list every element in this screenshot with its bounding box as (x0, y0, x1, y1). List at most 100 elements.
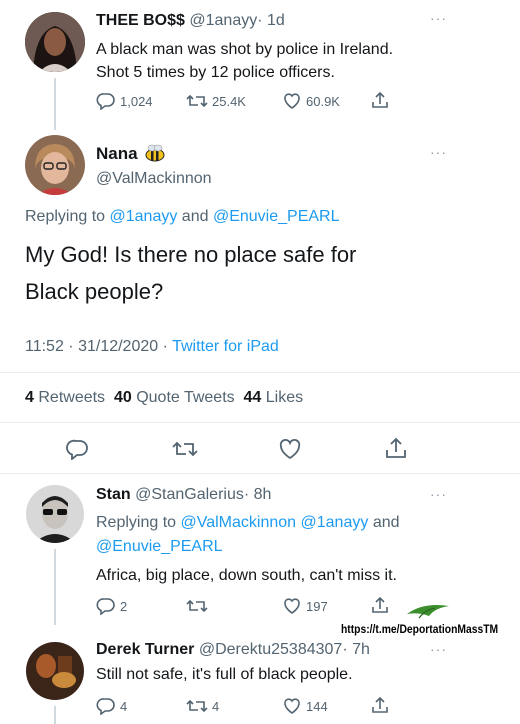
author-name[interactable]: Stan (96, 486, 131, 503)
tweet-text-line: Shot 5 times by 12 police officers. (96, 64, 335, 81)
share-button[interactable] (384, 436, 408, 460)
replying-and: and (372, 514, 400, 531)
reply-icon (66, 439, 88, 460)
more-icon[interactable]: ··· (430, 641, 447, 657)
reply-icon (96, 598, 115, 615)
like-button[interactable]: 60.9K (282, 92, 340, 110)
retweets-stat[interactable]: 4 Retweets (25, 389, 105, 406)
like-count: 144 (306, 698, 328, 714)
reply-icon (96, 698, 115, 715)
author-name[interactable]: Nana (96, 144, 138, 163)
tweet-text-line: My God! Is there no place safe for (25, 242, 357, 267)
tweet-time[interactable]: · 8h (244, 486, 272, 503)
divider (0, 473, 520, 474)
share-button[interactable] (370, 595, 390, 615)
heart-icon (284, 698, 300, 714)
author-name[interactable]: Derek Turner (96, 641, 194, 658)
tweet-text-line: A black man was shot by police in Irelan… (96, 41, 394, 58)
avatar-derek[interactable] (26, 642, 84, 700)
stat-number: 4 (25, 389, 34, 406)
reply-count: 4 (120, 698, 128, 714)
avatar-stan[interactable] (26, 485, 84, 543)
stat-number: 44 (243, 389, 262, 406)
divider (0, 422, 520, 423)
thread-line (54, 78, 56, 130)
author-handle[interactable]: @1anayy (189, 12, 257, 29)
retweet-icon (172, 441, 198, 457)
replying-user-link[interactable]: @1anayy (301, 514, 369, 531)
retweet-button[interactable]: 25.4K (186, 92, 246, 110)
share-icon (386, 437, 406, 458)
replying-prefix: Replying to (96, 514, 177, 531)
main-author-name-row: Nana (96, 144, 168, 167)
replying-prefix: Replying to (25, 208, 106, 225)
like-button[interactable]: 144 (282, 697, 328, 715)
heart-icon (279, 439, 301, 460)
like-count: 197 (306, 598, 328, 614)
replying-user-link[interactable]: @ValMackinnon (181, 514, 297, 531)
more-icon[interactable]: ··· (430, 144, 447, 160)
like-button[interactable]: 197 (282, 597, 328, 615)
reply-button[interactable]: 2 (96, 597, 127, 615)
share-icon (372, 596, 388, 613)
retweet-icon (186, 94, 208, 108)
tweet-stats: 4 Retweets 40 Quote Tweets 44 Likes (25, 389, 303, 407)
stat-number: 40 (113, 389, 132, 406)
retweet-icon (186, 599, 208, 613)
replying-user-link[interactable]: @1anayy (110, 208, 178, 225)
watermark-link: https://t.me/DeportationMassTM (341, 622, 499, 636)
heart-icon (284, 598, 300, 614)
tweet1-text: A black man was shot by police in Irelan… (96, 38, 496, 84)
reply-button[interactable]: 4 (96, 697, 127, 715)
retweet-count: 25.4K (212, 93, 246, 109)
author-handle[interactable]: @StanGalerius (135, 486, 244, 503)
replying-to: Replying to @ValMackinnon @1anayy and @E… (96, 511, 496, 559)
reply-count: 1,024 (120, 93, 153, 109)
like-count: 60.9K (306, 93, 340, 109)
like-button[interactable] (278, 438, 302, 460)
author-handle[interactable]: @Derektu25384307 (199, 641, 342, 658)
more-icon[interactable]: ··· (430, 486, 447, 502)
thread-line (54, 706, 56, 724)
heart-icon (284, 93, 300, 109)
tweet-source-link[interactable]: Twitter for iPad (172, 338, 279, 355)
tweet-text: Africa, big place, down south, can't mis… (96, 567, 397, 584)
reply-count: 2 (120, 598, 128, 614)
author-handle[interactable]: @ValMackinnon (96, 170, 212, 188)
tweet-time[interactable]: · 7h (342, 641, 370, 658)
share-button[interactable] (370, 90, 390, 110)
reply1-header: Stan @StanGalerius· 8h (96, 486, 271, 504)
tweet-text: Still not safe, it's full of black peopl… (96, 666, 353, 683)
tweet-timestamp[interactable]: 11:52 · 31/12/2020 · (25, 338, 168, 355)
retweet-button[interactable] (186, 597, 208, 615)
replying-user-link[interactable]: @Enuvie_PEARL (213, 208, 340, 225)
share-button[interactable] (370, 695, 390, 715)
stat-label: Quote Tweets (136, 389, 235, 406)
replying-user-link[interactable]: @Enuvie_PEARL (96, 535, 496, 559)
author-name[interactable]: THEE BO$$ (96, 12, 185, 29)
more-icon[interactable]: ··· (430, 10, 447, 26)
avatar-nana[interactable] (25, 135, 85, 195)
reply2-header: Derek Turner @Derektu25384307· 7h (96, 641, 370, 659)
tweet-text-line: Black people? (25, 279, 164, 304)
tweet-time[interactable]: · 1d (257, 12, 285, 29)
reply-button[interactable]: 1,024 (96, 92, 153, 110)
bee-icon (142, 144, 168, 167)
replying-to: Replying to @1anayy and @Enuvie_PEARL (25, 208, 339, 226)
tweet-meta: 11:52 · 31/12/2020 · Twitter for iPad (25, 338, 279, 356)
likes-stat[interactable]: 44 Likes (244, 389, 304, 406)
thread-line (54, 549, 56, 625)
retweet-icon (186, 699, 208, 713)
stat-label: Likes (265, 389, 304, 406)
replying-and: and (181, 208, 209, 225)
reply-icon (96, 93, 115, 110)
reply-button[interactable] (66, 438, 90, 460)
retweet-button[interactable]: 4 (186, 697, 219, 715)
avatar-thee-boss[interactable] (25, 12, 85, 72)
stat-label: Retweets (38, 389, 106, 406)
retweet-button[interactable] (172, 438, 198, 460)
main-tweet-text: My God! Is there no place safe for Black… (25, 236, 495, 310)
quote-tweets-stat[interactable]: 40 Quote Tweets (114, 389, 235, 406)
retweet-count: 4 (212, 698, 220, 714)
share-icon (372, 696, 388, 713)
